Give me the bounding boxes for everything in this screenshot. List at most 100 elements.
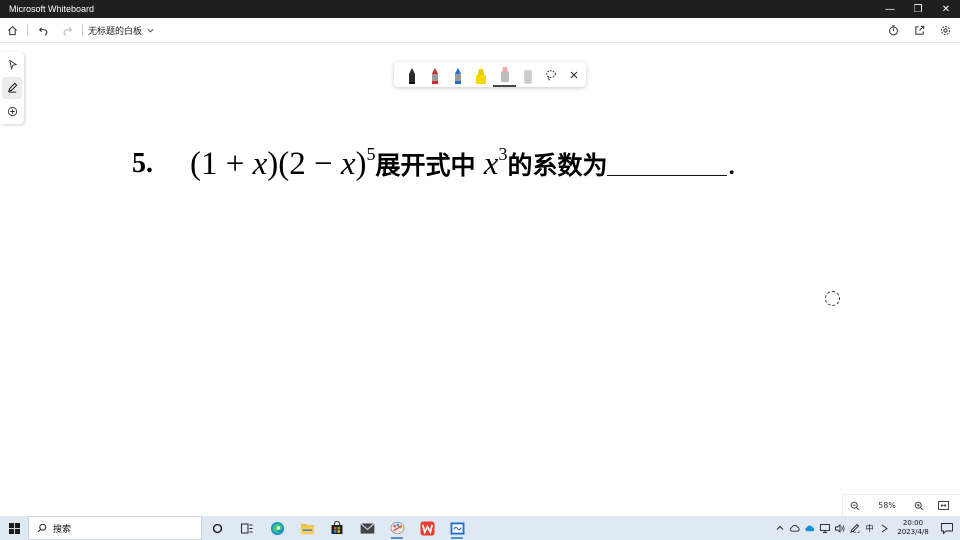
top-toolbar: 无标题的白板	[0, 18, 960, 43]
restore-button[interactable]: ❐	[904, 0, 932, 18]
add-content-button[interactable]	[2, 101, 22, 122]
taskbar-app-edge[interactable]	[262, 516, 292, 540]
taskbar-app-store[interactable]	[322, 516, 352, 540]
inking-tool-button[interactable]	[2, 77, 22, 99]
expr-part-1: (1 +	[190, 146, 253, 182]
zoom-level[interactable]: 58%	[867, 501, 907, 510]
blue-pen[interactable]	[447, 62, 470, 87]
question-expression: (1 + x)(2 − x)5展开式中 x3的系数为.	[190, 144, 736, 183]
tray-network-button[interactable]	[817, 516, 832, 540]
pointer-cursor-ring	[825, 291, 840, 306]
show-hidden-icons-button[interactable]	[772, 516, 787, 540]
system-tray: 中 20:00 2023/4/8	[772, 516, 960, 540]
period: .	[727, 146, 736, 182]
left-tool-panel	[0, 52, 24, 124]
select-tool-button[interactable]	[2, 54, 22, 75]
notification-center-button[interactable]	[934, 516, 960, 540]
eraser-tool[interactable]	[516, 62, 539, 87]
share-icon	[914, 25, 924, 35]
notification-speech-icon	[941, 522, 953, 534]
cortana-button[interactable]	[202, 516, 232, 540]
red-pen[interactable]	[423, 62, 446, 87]
pen-icon	[7, 83, 17, 94]
exponent: 5	[366, 144, 376, 164]
highlighter-pink-icon	[500, 67, 509, 82]
undo-button[interactable]	[31, 18, 55, 43]
paint-palette-icon	[390, 522, 404, 534]
title-bar: Microsoft Whiteboard — ❐ ✕	[0, 0, 960, 18]
tray-extra-button[interactable]	[877, 516, 892, 540]
question-number: 5.	[132, 148, 153, 179]
close-pen-tray-button[interactable]	[563, 62, 586, 87]
fit-to-screen-button[interactable]	[931, 495, 955, 517]
variable-x: x	[483, 146, 499, 182]
taskbar-app-wps[interactable]	[412, 516, 442, 540]
gear-icon	[940, 25, 950, 35]
timer-icon	[888, 24, 898, 35]
math-question[interactable]: 5. (1 + x)(2 − x)5展开式中 x3的系数为.	[132, 138, 772, 194]
redo-button[interactable]	[55, 18, 79, 43]
tray-onedrive-button[interactable]	[802, 516, 817, 540]
close-window-button[interactable]: ✕	[932, 0, 960, 18]
zoom-in-button[interactable]	[907, 495, 931, 517]
lasso-select-button[interactable]	[540, 62, 563, 87]
onedrive-cloud-icon	[805, 525, 815, 532]
cursor-arrow-icon	[8, 59, 17, 71]
pen-black-icon	[408, 68, 415, 84]
taskbar-app-mail[interactable]	[352, 516, 382, 540]
black-pen[interactable]	[400, 62, 423, 87]
taskbar-app-file-explorer[interactable]	[292, 516, 322, 540]
eraser-icon	[523, 70, 532, 84]
tray-pen-workspace-button[interactable]	[847, 516, 862, 540]
whiteboard-app-icon	[450, 521, 464, 535]
answer-blank	[607, 154, 728, 176]
system-clock[interactable]: 20:00 2023/4/8	[892, 519, 934, 537]
search-placeholder: 搜索	[53, 524, 72, 535]
chevron-up-icon	[776, 525, 783, 530]
variable-x: x	[252, 146, 268, 182]
board-title: 无标题的白板	[88, 26, 143, 37]
edge-browser-icon	[270, 521, 284, 535]
zoom-in-icon	[914, 501, 924, 510]
cloud-outline-icon	[789, 525, 800, 532]
question-text-end: 的系数为	[507, 151, 608, 180]
redo-icon	[63, 26, 72, 36]
task-view-button[interactable]	[232, 516, 262, 540]
window-controls: — ❐ ✕	[876, 0, 960, 18]
expr-part-2: )(2 −	[267, 146, 341, 182]
cortana-circle-icon	[212, 523, 222, 533]
pink-highlighter[interactable]	[493, 62, 517, 87]
tray-small-icon	[881, 524, 888, 532]
zoom-out-icon	[850, 501, 860, 510]
store-bag-icon	[331, 521, 343, 534]
question-text-middle: 展开式中	[375, 151, 476, 180]
clock-time: 20:00	[902, 519, 924, 527]
share-button[interactable]	[906, 18, 932, 43]
home-button[interactable]	[0, 18, 24, 43]
taskbar-app-whiteboard-paint[interactable]	[382, 516, 412, 540]
chevron-down-icon	[147, 28, 154, 32]
board-title-dropdown[interactable]: 无标题的白板	[88, 24, 155, 37]
task-view-icon	[241, 523, 253, 533]
timer-button[interactable]	[880, 18, 906, 43]
ime-indicator[interactable]: 中	[862, 516, 877, 540]
taskbar: 搜索 中 20:00 2023/4/8	[0, 516, 960, 540]
settings-button[interactable]	[932, 18, 958, 43]
fit-screen-icon	[937, 501, 949, 510]
zoom-out-button[interactable]	[843, 495, 867, 517]
tray-volume-button[interactable]	[832, 516, 847, 540]
toolbar-divider	[27, 24, 28, 36]
window-title: Microsoft Whiteboard	[9, 4, 95, 14]
plus-circle-icon	[7, 106, 17, 116]
zoom-controls: 58%	[842, 494, 960, 516]
yellow-highlighter[interactable]	[470, 62, 493, 87]
start-button[interactable]	[0, 516, 28, 540]
taskbar-search-box[interactable]: 搜索	[28, 516, 202, 540]
minimize-button[interactable]: —	[876, 0, 904, 18]
wps-office-icon	[419, 520, 435, 536]
taskbar-app-microsoft-whiteboard[interactable]	[442, 516, 472, 540]
search-icon	[37, 523, 47, 533]
lasso-icon	[546, 69, 556, 80]
toolbar-divider	[82, 24, 83, 36]
tray-cloud-button[interactable]	[787, 516, 802, 540]
